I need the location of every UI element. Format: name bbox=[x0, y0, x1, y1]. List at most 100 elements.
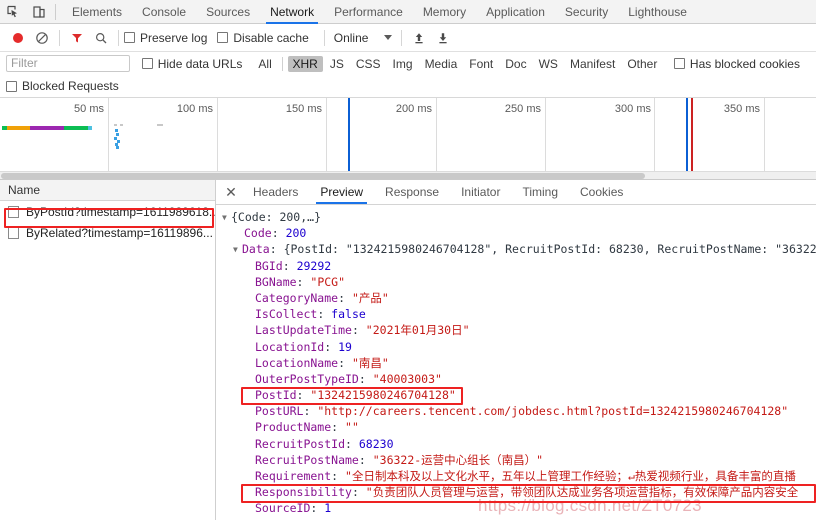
disable-cache-label: Disable cache bbox=[233, 30, 309, 45]
overview-bar-segment bbox=[64, 126, 91, 130]
tab-sources[interactable]: Sources bbox=[196, 0, 260, 24]
filter-type-img[interactable]: Img bbox=[388, 56, 418, 72]
tab-network[interactable]: Network bbox=[260, 0, 324, 24]
tab-performance[interactable]: Performance bbox=[324, 0, 413, 24]
tab-memory[interactable]: Memory bbox=[413, 0, 476, 24]
tab-elements[interactable]: Elements bbox=[62, 0, 132, 24]
overview-divider bbox=[436, 98, 437, 171]
filter-type-all[interactable]: All bbox=[253, 56, 276, 72]
json-line-bgname: BGName: "PCG" bbox=[255, 274, 346, 289]
overview-bar-segment bbox=[30, 126, 64, 130]
json-key: RecruitPostName bbox=[255, 452, 359, 467]
filter-input[interactable]: Filter bbox=[6, 55, 130, 72]
detail-tab-response[interactable]: Response bbox=[374, 180, 450, 204]
filter-placeholder: Filter bbox=[11, 56, 38, 70]
filter-type-doc[interactable]: Doc bbox=[500, 56, 531, 72]
tab-application[interactable]: Application bbox=[476, 0, 555, 24]
overview-divider bbox=[217, 98, 218, 171]
chevron-down-icon[interactable]: ▼ bbox=[222, 210, 231, 226]
tab-console[interactable]: Console bbox=[132, 0, 196, 24]
filter-type-ws[interactable]: WS bbox=[534, 56, 563, 72]
json-key: SourceID bbox=[255, 501, 311, 516]
request-row-bypostid[interactable]: ByPostId?timestamp=1611989618... bbox=[0, 201, 215, 222]
clear-no-entry-icon[interactable] bbox=[30, 26, 54, 50]
network-lower-pane: Name ByPostId?timestamp=1611989618... By… bbox=[0, 180, 816, 520]
chevron-down-icon[interactable]: ▼ bbox=[233, 242, 242, 258]
json-line-code: Code: 200 bbox=[244, 226, 307, 241]
request-detail-panel: ✕ Headers Preview Response Initiator Tim… bbox=[216, 180, 816, 520]
checkbox-box bbox=[217, 32, 229, 43]
json-key: PostId bbox=[255, 388, 297, 403]
overview-scrollbar-thumb[interactable] bbox=[1, 173, 645, 179]
filter-funnel-icon[interactable] bbox=[65, 26, 89, 50]
record-circle-icon[interactable] bbox=[6, 26, 30, 50]
tab-label: Memory bbox=[422, 4, 467, 19]
json-key: Responsibility bbox=[255, 485, 352, 500]
throttle-dropdown[interactable]: Online bbox=[330, 31, 397, 45]
close-x-icon[interactable]: ✕ bbox=[220, 181, 242, 203]
json-line-locationname: LocationName: "南昌" bbox=[255, 355, 389, 370]
filter-type-js[interactable]: JS bbox=[325, 56, 349, 72]
toolbar-divider-4 bbox=[401, 29, 403, 46]
tab-label: Security bbox=[564, 4, 609, 19]
filter-type-media[interactable]: Media bbox=[420, 56, 463, 72]
overview-tick-label: 200 ms bbox=[395, 103, 432, 115]
has-blocked-cookies-label: Has blocked cookies bbox=[689, 56, 800, 71]
detail-tab-label: Timing bbox=[522, 185, 559, 199]
import-har-up-arrow-icon[interactable] bbox=[407, 26, 431, 50]
inspect-element-icon[interactable] bbox=[0, 0, 26, 24]
json-line-posturl: PostURL: "http://careers.tencent.com/job… bbox=[255, 404, 789, 419]
json-preview-tree[interactable]: ▼ {Code: 200,…} Code: 200 ▼ Data: {PostId:… bbox=[216, 205, 816, 520]
json-value: "南昌" bbox=[351, 355, 389, 370]
device-toolbar-icon[interactable] bbox=[26, 0, 52, 24]
disable-cache-checkbox[interactable]: Disable cache bbox=[217, 30, 309, 45]
json-line-recruitpostid: RecruitPostId: 68230 bbox=[255, 436, 394, 451]
filter-type-xhr[interactable]: XHR bbox=[287, 55, 323, 72]
overview-scrollbar[interactable] bbox=[0, 171, 816, 179]
detail-tab-label: Response bbox=[385, 185, 440, 199]
filter-type-css[interactable]: CSS bbox=[351, 56, 386, 72]
detail-tab-preview[interactable]: Preview bbox=[309, 180, 374, 204]
tab-lighthouse[interactable]: Lighthouse bbox=[618, 0, 697, 24]
detail-tab-timing[interactable]: Timing bbox=[511, 180, 569, 204]
blocked-requests-label: Blocked Requests bbox=[22, 79, 119, 93]
json-key: BGName bbox=[255, 274, 297, 289]
json-value: 1 bbox=[324, 501, 332, 516]
json-value: "PCG" bbox=[310, 274, 346, 289]
tab-security[interactable]: Security bbox=[555, 0, 618, 24]
column-header-name: Name bbox=[8, 183, 41, 197]
detail-tab-headers[interactable]: Headers bbox=[242, 180, 309, 204]
filter-type-manifest[interactable]: Manifest bbox=[565, 56, 620, 72]
request-list-header[interactable]: Name bbox=[0, 180, 215, 201]
export-har-down-arrow-icon[interactable] bbox=[431, 26, 455, 50]
detail-tab-initiator[interactable]: Initiator bbox=[450, 180, 511, 204]
search-magnifier-icon[interactable] bbox=[89, 26, 113, 50]
detail-tab-cookies[interactable]: Cookies bbox=[569, 180, 634, 204]
filter-type-font[interactable]: Font bbox=[464, 56, 498, 72]
json-value: false bbox=[331, 307, 366, 322]
filter-type-other[interactable]: Other bbox=[622, 56, 662, 72]
preserve-log-checkbox[interactable]: Preserve log bbox=[124, 31, 207, 45]
overview-bar-segment bbox=[114, 124, 117, 126]
blocked-requests-checkbox[interactable]: Blocked Requests bbox=[6, 79, 119, 93]
xhr-document-icon bbox=[8, 226, 19, 239]
tab-label: Lighthouse bbox=[628, 4, 687, 19]
tab-label: Network bbox=[270, 4, 315, 19]
has-blocked-cookies-checkbox[interactable]: Has blocked cookies bbox=[673, 56, 800, 71]
json-value: 68230 bbox=[358, 436, 394, 451]
json-value: {PostId: "1324215980246704128", RecruitP… bbox=[283, 242, 816, 257]
json-line-lastupdatetime: LastUpdateTime: "2021年01月30日" bbox=[255, 323, 470, 338]
request-row-byrelated[interactable]: ByRelated?timestamp=16119896... bbox=[0, 222, 215, 243]
json-root-line[interactable]: ▼ {Code: 200,…} bbox=[222, 209, 816, 225]
filter-type-label: Img bbox=[392, 56, 413, 71]
overview-request-dot bbox=[115, 129, 118, 132]
overview-load-event-line bbox=[691, 98, 693, 171]
hide-data-urls-checkbox[interactable]: Hide data URLs bbox=[141, 57, 242, 71]
json-value: "1324215980246704128" bbox=[310, 388, 456, 403]
json-key: ProductName bbox=[255, 420, 332, 435]
json-line-productname: ProductName: "" bbox=[255, 420, 359, 435]
network-overview-timeline[interactable]: 50 ms 100 ms 150 ms 200 ms 250 ms 300 ms… bbox=[0, 98, 816, 180]
json-key: OuterPostTypeID bbox=[255, 371, 359, 386]
json-line-data[interactable]: ▼ Data: {PostId: "1324215980246704128", R… bbox=[222, 241, 816, 257]
json-line-recruitpostname: RecruitPostName: "36322-运营中心组长（南昌）" bbox=[255, 452, 544, 467]
